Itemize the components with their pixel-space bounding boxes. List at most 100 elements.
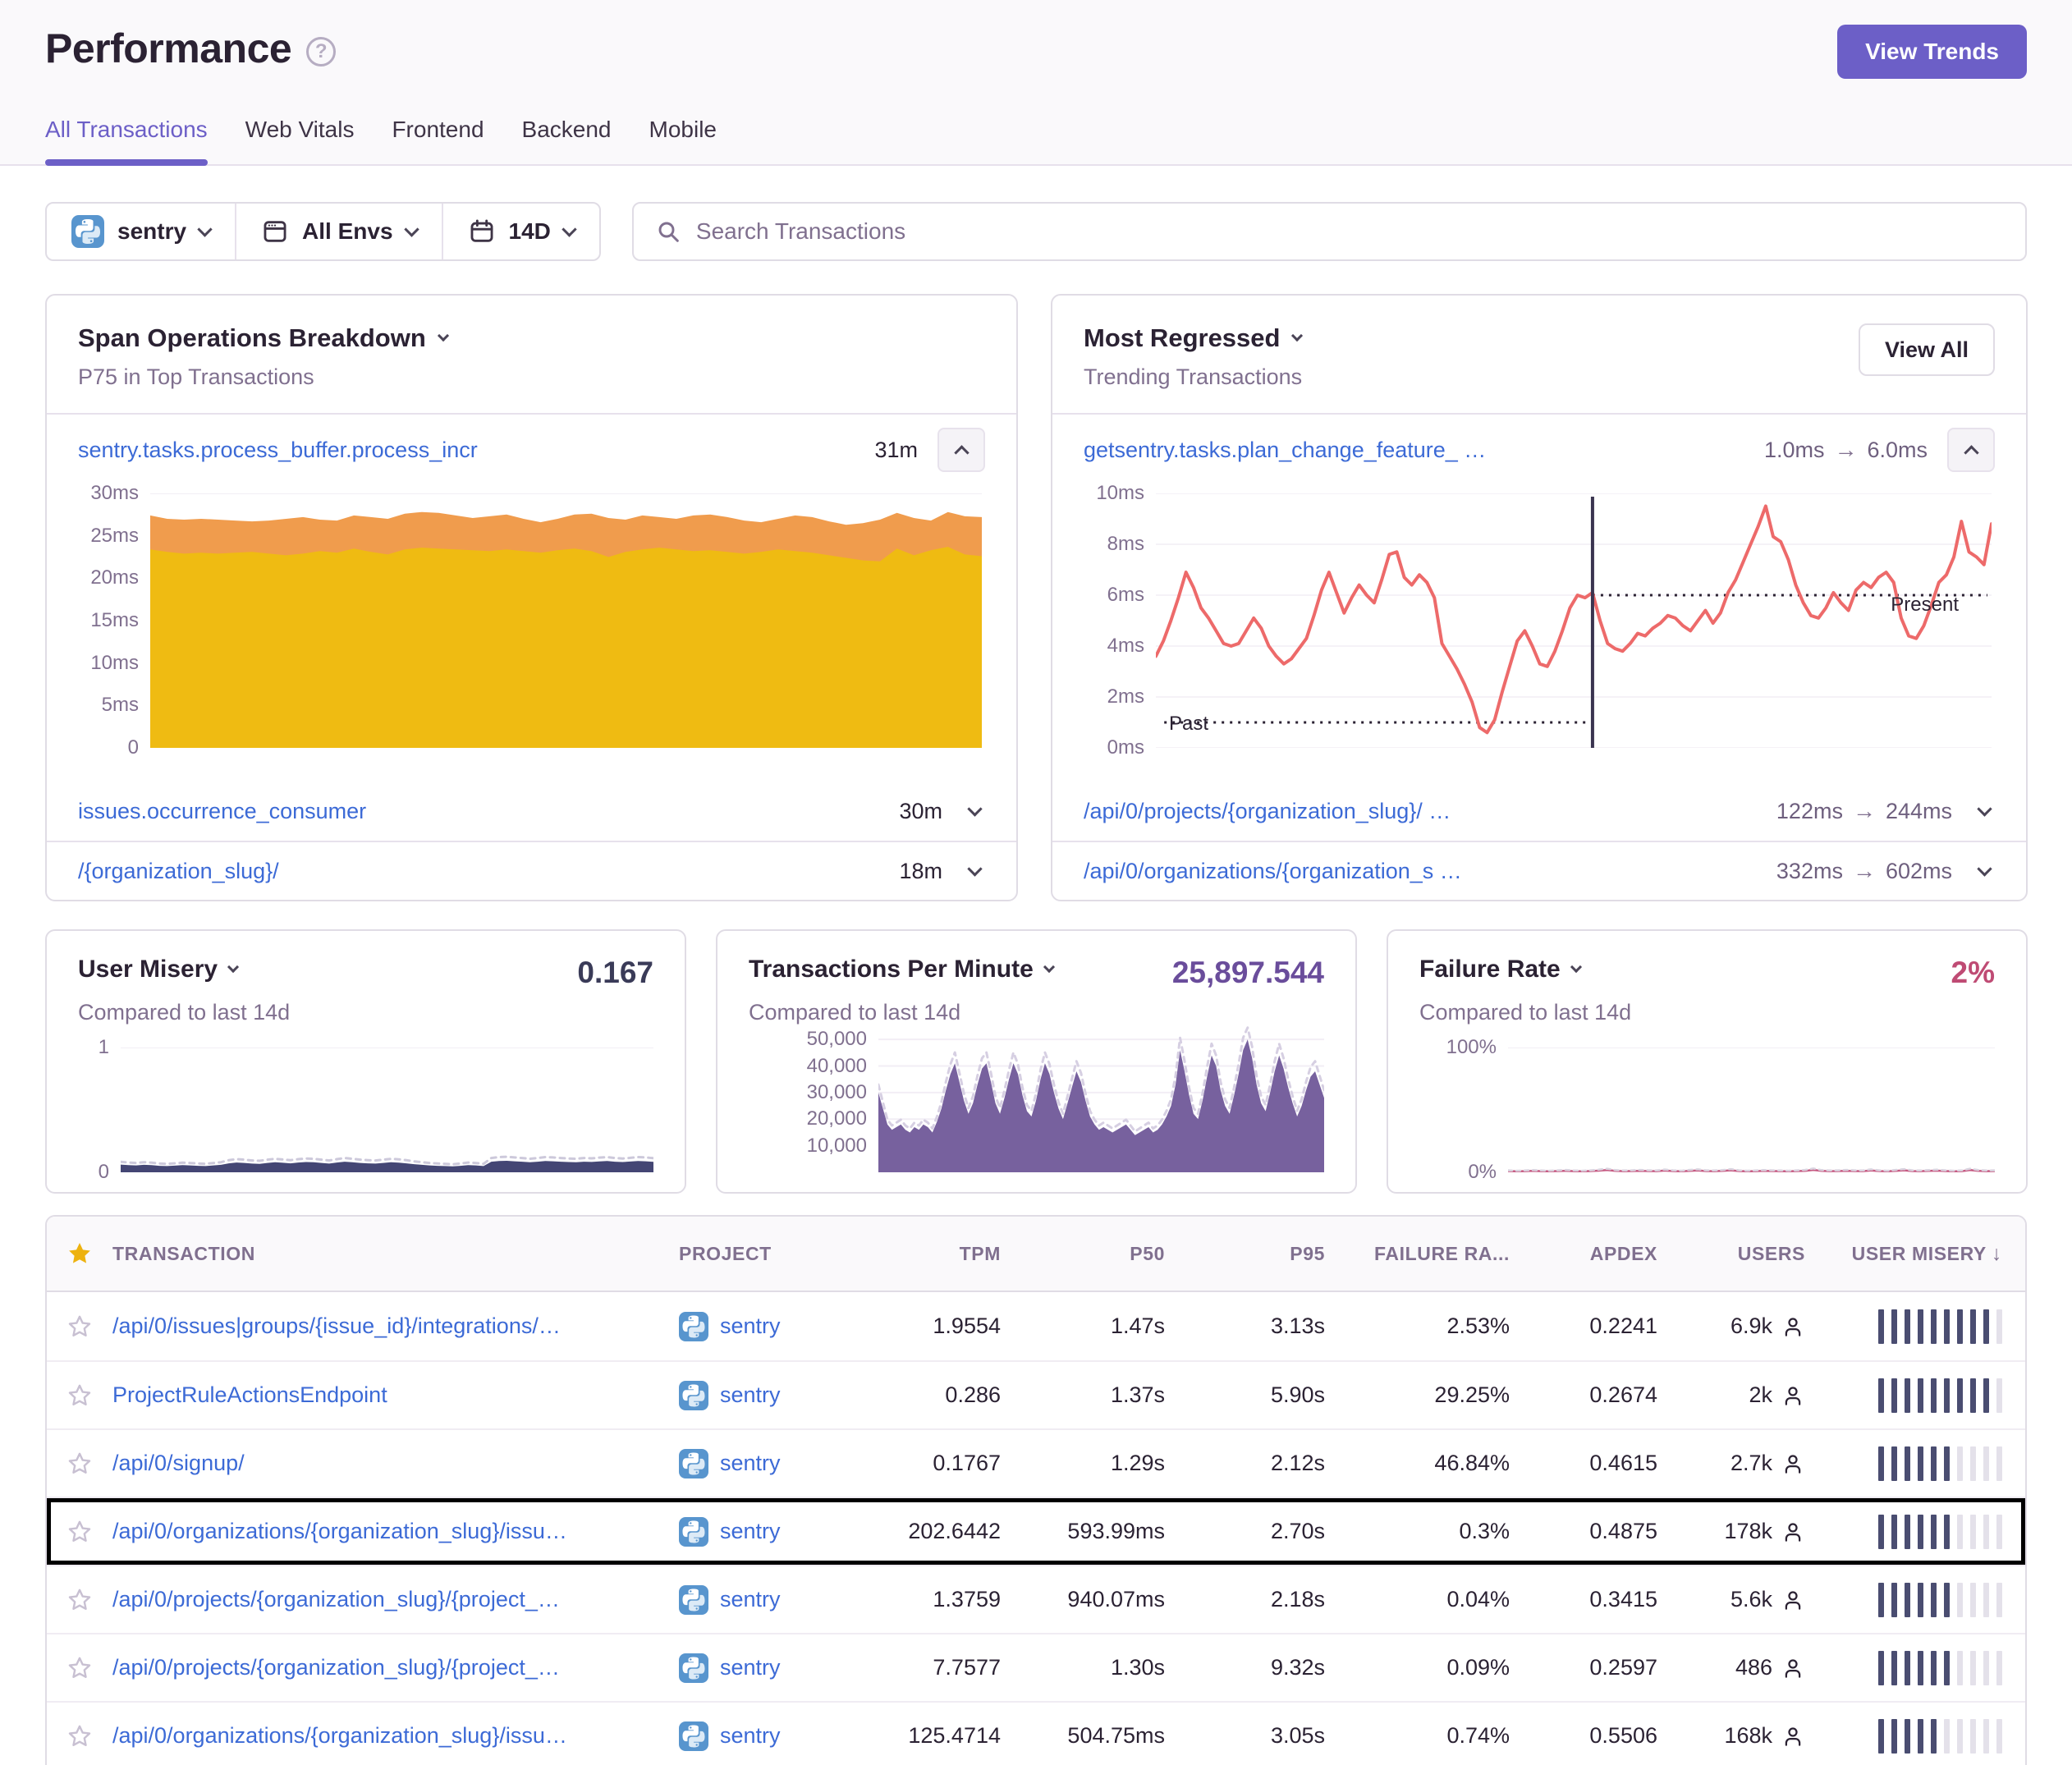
help-icon[interactable]: ? [306,37,336,66]
collapse-button[interactable] [937,428,985,472]
user-misery-title[interactable]: User Misery [78,956,237,983]
transaction-link[interactable]: /api/0/projects/{organization_slug}/{pro… [112,1655,664,1680]
column-header-p95[interactable]: P95 [1180,1243,1340,1265]
users-value: 486 [1735,1655,1772,1680]
column-header-users[interactable]: USERS [1672,1243,1820,1265]
tab-frontend[interactable]: Frontend [392,117,484,164]
transaction-link[interactable]: /api/0/signup/ [112,1451,664,1476]
chevron-down-icon [562,222,576,236]
tpm-subtitle: Compared to last 14d [749,1000,1324,1025]
tab-all-transactions[interactable]: All Transactions [45,117,208,164]
user-misery-subtitle: Compared to last 14d [78,1000,653,1025]
table-row[interactable]: /api/0/signup/ sentry 0.1767 1.29s 2.12s… [47,1428,2025,1497]
project-cell[interactable]: sentry [679,1721,864,1751]
column-header-p50[interactable]: P50 [1015,1243,1180,1265]
apdex-value: 0.3415 [1589,1587,1657,1611]
column-header-project[interactable]: PROJECT [679,1243,864,1265]
column-header-tpm[interactable]: TPM [864,1243,1015,1265]
star-toggle[interactable] [47,1586,112,1614]
view-all-button[interactable]: View All [1859,323,1995,376]
project-link[interactable]: sentry [720,1723,781,1749]
star-header-icon[interactable] [47,1240,112,1268]
transaction-link[interactable]: /api/0/projects/{organization_slug}/{pro… [112,1587,664,1612]
chevron-down-icon [1291,330,1303,342]
regressed-panel-subtitle: Trending Transactions [1084,364,1302,390]
tab-web-vitals[interactable]: Web Vitals [245,117,355,164]
project-link[interactable]: sentry [720,1655,781,1680]
project-filter[interactable]: sentry [47,204,235,259]
misery-bar [1957,1515,1963,1549]
users-value: 168k [1724,1723,1772,1749]
column-header-failure-rate[interactable]: FAILURE RA... [1340,1243,1524,1265]
column-header-apdex[interactable]: APDEX [1524,1243,1672,1265]
column-header-transaction[interactable]: TRANSACTION [112,1243,679,1265]
failure-rate-title[interactable]: Failure Rate [1419,956,1580,983]
star-toggle[interactable] [47,1654,112,1682]
misery-bar [1931,1378,1937,1413]
users-cell: 2.7k [1672,1451,1820,1476]
regressed-item-link[interactable]: /api/0/projects/{organization_slug}/ … [1084,799,1451,824]
project-cell[interactable]: sentry [679,1653,864,1683]
project-cell[interactable]: sentry [679,1517,864,1547]
span-panel-title[interactable]: Span Operations Breakdown [78,323,447,353]
date-range-filter[interactable]: 14D [442,204,599,259]
column-header-user-misery[interactable]: USER MISERY↓ [1820,1242,2025,1266]
span-chart-plot [150,493,982,748]
project-link[interactable]: sentry [720,1382,781,1408]
project-link[interactable]: sentry [720,1587,781,1612]
environment-filter-label: All Envs [302,218,392,245]
transaction-link[interactable]: /api/0/organizations/{organization_slug}… [112,1723,664,1749]
tpm-title[interactable]: Transactions Per Minute [749,956,1053,983]
expand-button[interactable] [1973,869,1995,874]
chevron-down-icon [404,222,419,236]
table-row[interactable]: /api/0/projects/{organization_slug}/{pro… [47,1633,2025,1701]
regressed-panel-title[interactable]: Most Regressed [1084,323,1302,353]
regressed-item-link[interactable]: getsentry.tasks.plan_change_feature_ … [1084,438,1486,463]
table-row[interactable]: /api/0/organizations/{organization_slug}… [47,1701,2025,1765]
star-toggle[interactable] [47,1382,112,1410]
page-title: Performance [45,25,291,72]
project-cell[interactable]: sentry [679,1449,864,1478]
date-range-filter-label: 14D [509,218,551,245]
table-row[interactable]: /api/0/issues|groups/{issue_id}/integrat… [47,1292,2025,1360]
transaction-link[interactable]: ProjectRuleActionsEndpoint [112,1382,664,1408]
project-cell[interactable]: sentry [679,1585,864,1615]
table-row[interactable]: /api/0/organizations/{organization_slug}… [47,1497,2025,1565]
p50-value: 504.75ms [1067,1723,1165,1748]
project-link[interactable]: sentry [720,1313,781,1339]
table-row[interactable]: /api/0/projects/{organization_slug}/{pro… [47,1565,2025,1633]
tab-mobile[interactable]: Mobile [649,117,717,164]
environment-filter[interactable]: All Envs [235,204,441,259]
expand-button[interactable] [964,809,985,814]
apdex-value: 0.4615 [1589,1451,1657,1475]
tab-backend[interactable]: Backend [522,117,612,164]
span-item-link[interactable]: issues.occurrence_consumer [78,799,366,824]
project-cell[interactable]: sentry [679,1381,864,1410]
misery-bar [1905,1309,1910,1344]
project-cell[interactable]: sentry [679,1312,864,1341]
span-item-link[interactable]: /{organization_slug}/ [78,859,279,884]
transaction-link[interactable]: /api/0/issues|groups/{issue_id}/integrat… [112,1313,664,1339]
table-row[interactable]: ProjectRuleActionsEndpoint sentry 0.286 … [47,1360,2025,1428]
past-label: Past [1169,713,1208,736]
project-link[interactable]: sentry [720,1519,781,1544]
tpm-value: 1.9554 [933,1313,1001,1338]
users-value: 2k [1749,1382,1772,1408]
star-toggle[interactable] [47,1518,112,1546]
star-toggle[interactable] [47,1450,112,1478]
misery-bar [1931,1309,1937,1344]
star-toggle[interactable] [47,1722,112,1750]
users-cell: 5.6k [1672,1587,1820,1612]
transaction-link[interactable]: /api/0/organizations/{organization_slug}… [112,1519,664,1544]
expand-button[interactable] [964,869,985,874]
regressed-item-link[interactable]: /api/0/organizations/{organization_s … [1084,859,1462,884]
misery-bar [1944,1651,1950,1685]
span-item-link[interactable]: sentry.tasks.process_buffer.process_incr [78,438,478,463]
view-trends-button[interactable]: View Trends [1837,25,2027,79]
star-toggle[interactable] [47,1313,112,1341]
python-project-icon [679,1312,708,1341]
collapse-button[interactable] [1947,428,1995,472]
search-input[interactable] [696,218,2004,245]
expand-button[interactable] [1973,809,1995,814]
project-link[interactable]: sentry [720,1451,781,1476]
